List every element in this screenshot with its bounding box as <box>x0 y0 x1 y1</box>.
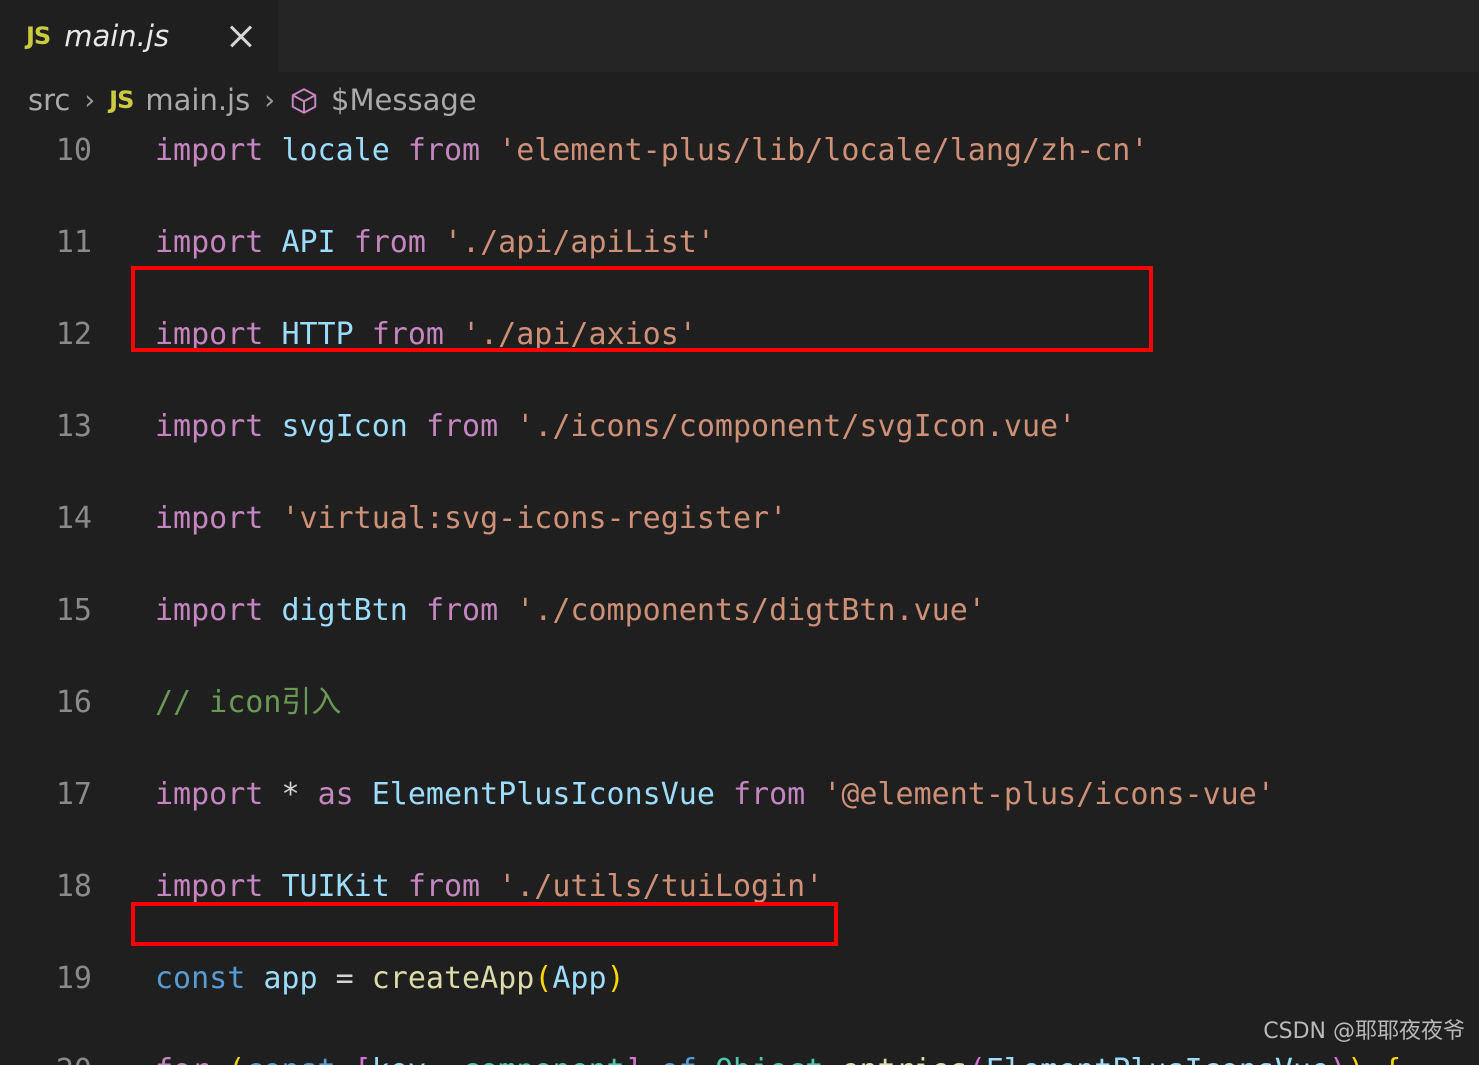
line-content-14: import 'virtual:svg-icons-register' <box>155 501 788 536</box>
line-number: 10 <box>55 133 92 168</box>
code-line: 17 import * as ElementPlusIconsVue from … <box>0 772 1479 818</box>
tab-title: main.js <box>64 19 170 53</box>
line-content-18: import TUIKit from './utils/tuiLogin' <box>155 869 824 904</box>
close-icon[interactable] <box>224 19 258 53</box>
line-content-17: import * as ElementPlusIconsVue from '@e… <box>155 777 1275 812</box>
code-editor[interactable]: 10 import locale from 'element-plus/lib/… <box>0 128 1479 1065</box>
tab-main-js[interactable]: JS main.js <box>0 0 278 72</box>
breadcrumb-item-src[interactable]: src <box>28 83 70 117</box>
js-file-icon: JS <box>26 22 51 50</box>
code-line: 19 const app = createApp(App) <box>0 956 1479 1002</box>
code-line: 13 import svgIcon from './icons/componen… <box>0 404 1479 450</box>
line-content-19: const app = createApp(App) <box>155 961 625 996</box>
line-content-10: import locale from 'element-plus/lib/loc… <box>155 133 1149 168</box>
symbol-variable-cube-icon <box>289 86 319 116</box>
csdn-watermark: CSDN @耶耶夜夜爷 <box>1263 1019 1465 1044</box>
line-content-16: // icon引入 <box>155 685 342 720</box>
line-number: 18 <box>55 869 92 904</box>
code-line: 18 import TUIKit from './utils/tuiLogin' <box>0 864 1479 910</box>
breadcrumb: src › JS main.js › $Message <box>0 72 1479 128</box>
line-content-12: import HTTP from './api/axios' <box>155 317 697 352</box>
code-line: 15 import digtBtn from './components/dig… <box>0 588 1479 634</box>
line-number: 20 <box>0 1048 92 1065</box>
line-number: 13 <box>55 409 92 444</box>
code-line: 11 import API from './api/apiList' <box>0 220 1479 266</box>
code-line: 14 import 'virtual:svg-icons-register' <box>0 496 1479 542</box>
line-content-20: for (const [key, component] of Object.en… <box>155 1048 1401 1065</box>
line-number: 15 <box>55 593 92 628</box>
breadcrumb-label-message: $Message <box>331 83 477 117</box>
editor-tab-bar: JS main.js <box>0 0 1479 72</box>
js-file-icon: JS <box>109 86 134 114</box>
tab-bar-empty-area <box>278 0 1479 72</box>
code-line: 10 import locale from 'element-plus/lib/… <box>0 128 1479 174</box>
vscode-window: JS main.js src › JS main.js › $Message 1… <box>0 0 1479 1065</box>
line-content-11: import API from './api/apiList' <box>155 225 715 260</box>
line-number: 16 <box>55 685 92 720</box>
breadcrumb-item-message[interactable]: $Message <box>289 83 477 117</box>
line-content-15: import digtBtn from './components/digtBt… <box>155 593 986 628</box>
line-content-13: import svgIcon from './icons/component/s… <box>155 409 1077 444</box>
breadcrumb-label-src: src <box>28 83 71 117</box>
code-line: 20 for (const [key, component] of Object… <box>0 1048 1479 1065</box>
breadcrumb-label-mainjs: main.js <box>145 83 251 117</box>
line-number: 19 <box>55 961 92 996</box>
code-line: 16 // icon引入 <box>0 680 1479 726</box>
code-line: 12 import HTTP from './api/axios' <box>0 312 1479 358</box>
line-number: 12 <box>55 317 92 352</box>
line-number: 14 <box>55 501 92 536</box>
line-number: 11 <box>55 225 92 260</box>
chevron-right-icon: › <box>84 84 96 116</box>
breadcrumb-item-mainjs[interactable]: JS main.js <box>109 83 250 117</box>
line-number: 17 <box>55 777 92 812</box>
chevron-right-icon: › <box>264 84 276 116</box>
